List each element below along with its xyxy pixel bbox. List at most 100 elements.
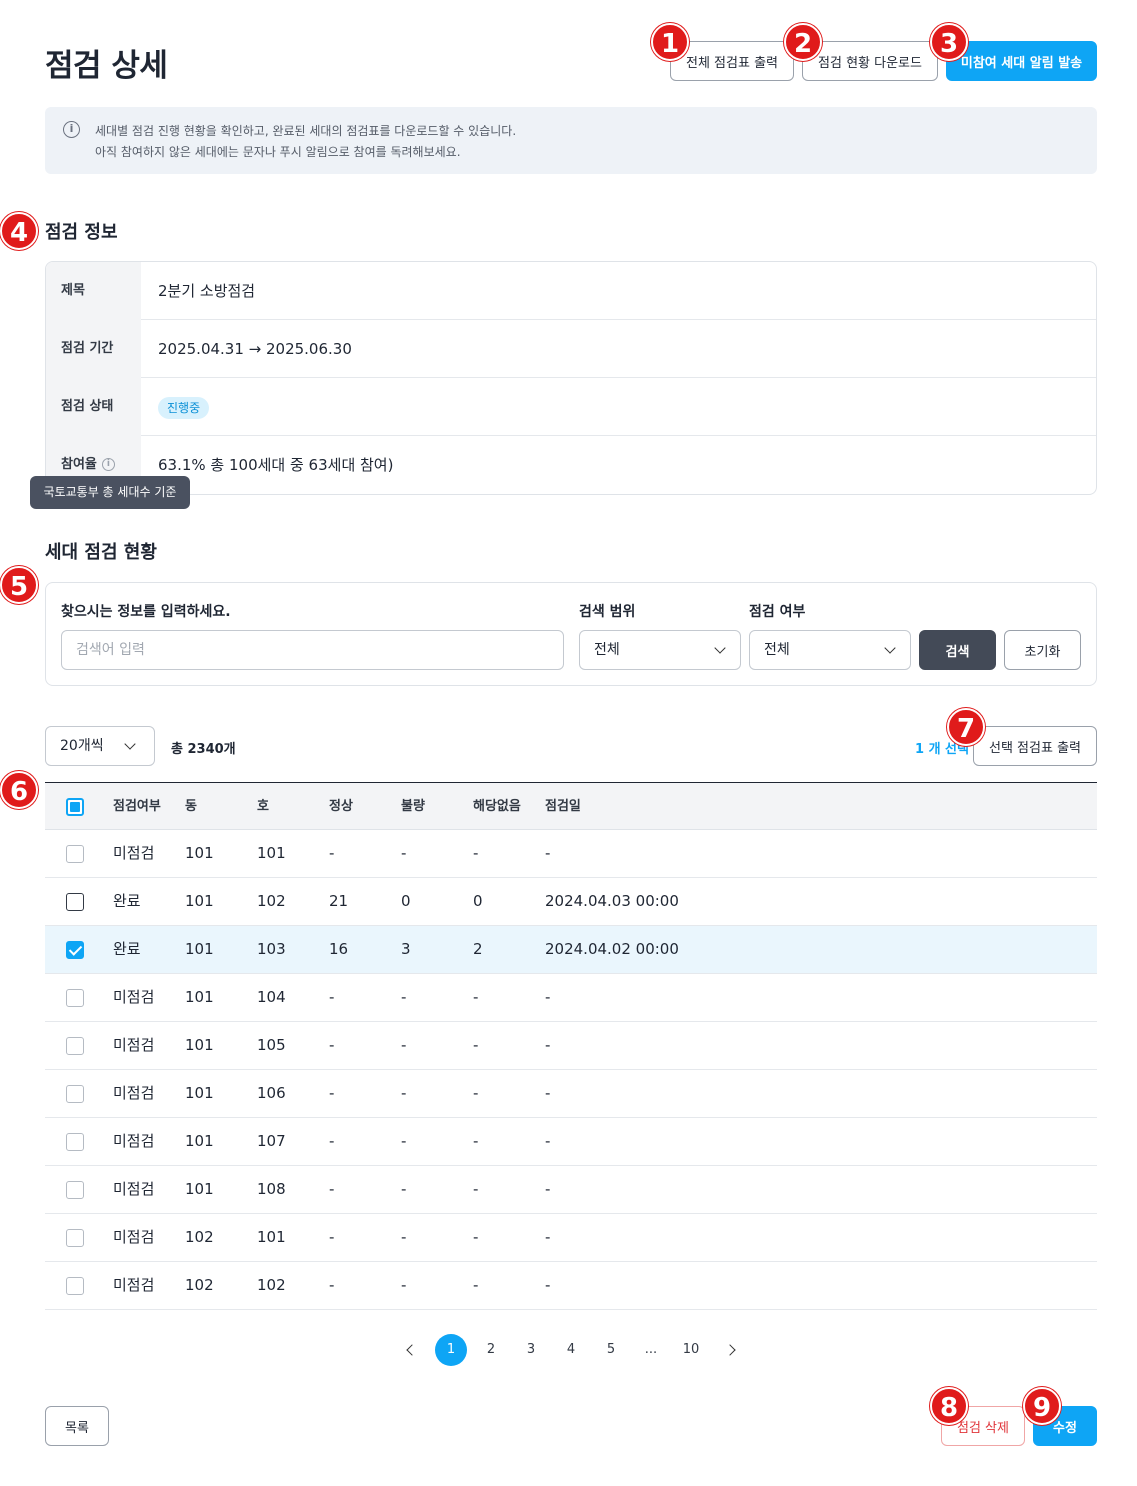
- cell-ho: 107: [257, 1132, 286, 1150]
- table-row[interactable]: 완료 101 102 21 0 0 2024.04.03 00:00: [45, 878, 1097, 926]
- status-select-value: 전체: [764, 642, 790, 658]
- status-badge: 진행중: [158, 396, 210, 419]
- search-button[interactable]: 검색: [919, 630, 996, 670]
- cell-date: -: [545, 1180, 551, 1198]
- info-icon[interactable]: i: [101, 458, 115, 471]
- cell-normal: -: [329, 1084, 335, 1102]
- info-value: 진행중: [158, 378, 210, 436]
- annotation-badge: 1: [651, 23, 689, 61]
- cell-dong: 101: [185, 892, 214, 910]
- cell-ho: 103: [257, 940, 286, 958]
- column-header: 해당없음: [473, 799, 521, 814]
- pagination: 1 2 3 4 5 ... 10: [0, 1334, 1137, 1366]
- table-row[interactable]: 미점검 101 108 - - - -: [45, 1166, 1097, 1214]
- cell-normal: -: [329, 988, 335, 1006]
- row-checkbox[interactable]: [66, 1037, 84, 1055]
- cell-bad: -: [401, 1084, 407, 1102]
- cell-date: 2024.04.03 00:00: [545, 892, 679, 910]
- page-button-4[interactable]: 4: [555, 1334, 587, 1366]
- page-button-10[interactable]: 10: [675, 1334, 707, 1366]
- notice-line-2: 아직 참여하지 않은 세대에는 문자나 푸시 알림으로 참여를 독려해보세요.: [95, 145, 461, 159]
- cell-normal: -: [329, 1036, 335, 1054]
- cell-dong: 101: [185, 940, 214, 958]
- table-row[interactable]: 미점검 101 101 - - - -: [45, 830, 1097, 878]
- page-button-5[interactable]: 5: [595, 1334, 627, 1366]
- chevron-right-icon[interactable]: [724, 1344, 736, 1356]
- cell-normal: 16: [329, 940, 349, 958]
- page-button-3[interactable]: 3: [515, 1334, 547, 1366]
- table-row[interactable]: 미점검 101 104 - - - -: [45, 974, 1097, 1022]
- column-header: 동: [185, 799, 197, 814]
- cell-normal: -: [329, 1276, 335, 1294]
- list-button[interactable]: 목록: [45, 1406, 109, 1446]
- cell-normal: -: [329, 1180, 335, 1198]
- table-row[interactable]: 완료 101 103 16 3 2 2024.04.02 00:00: [45, 926, 1097, 974]
- row-checkbox[interactable]: [66, 1229, 84, 1247]
- info-row-title: 제목 2분기 소방점검: [46, 262, 1096, 320]
- print-selected-button[interactable]: 선택 점검표 출력: [973, 726, 1097, 766]
- info-row-participation: 참여율 i 63.1% 총 100세대 중 63세대 참여): [46, 436, 1096, 494]
- cell-ho: 106: [257, 1084, 286, 1102]
- table-row[interactable]: 미점검 102 102 - - - -: [45, 1262, 1097, 1310]
- cell-bad: 3: [401, 940, 411, 958]
- info-value: 2025.04.31 → 2025.06.30: [158, 340, 352, 358]
- cell-bad: -: [401, 1036, 407, 1054]
- cell-ho: 105: [257, 1036, 286, 1054]
- cell-date: -: [545, 844, 551, 862]
- notice-line-1: 세대별 점검 진행 현황을 확인하고, 완료된 세대의 점검표를 다운로드할 수…: [95, 124, 517, 138]
- search-input[interactable]: 검색어 입력: [61, 630, 564, 670]
- scope-select[interactable]: 전체: [579, 630, 741, 670]
- info-section-title: 점검 정보: [45, 222, 118, 243]
- chevron-left-icon[interactable]: [406, 1344, 418, 1356]
- row-checkbox[interactable]: [66, 845, 84, 863]
- cell-na: 0: [473, 892, 483, 910]
- cell-status: 미점검: [113, 1180, 155, 1198]
- row-checkbox[interactable]: [66, 941, 84, 959]
- cell-date: -: [545, 988, 551, 1006]
- row-checkbox[interactable]: [66, 1133, 84, 1151]
- table-row[interactable]: 미점검 101 105 - - - -: [45, 1022, 1097, 1070]
- status-select[interactable]: 전체: [749, 630, 911, 670]
- row-checkbox[interactable]: [66, 1085, 84, 1103]
- cell-date: -: [545, 1084, 551, 1102]
- page-size-select[interactable]: 20개씩: [45, 726, 155, 766]
- page-button-1[interactable]: 1: [435, 1334, 467, 1366]
- cell-dong: 102: [185, 1276, 214, 1294]
- table-row[interactable]: 미점검 102 101 - - - -: [45, 1214, 1097, 1262]
- status-section-title: 세대 점검 현황: [45, 542, 157, 563]
- cell-dong: 101: [185, 844, 214, 862]
- select-all-checkbox[interactable]: [66, 798, 84, 816]
- cell-status: 미점검: [113, 1276, 155, 1294]
- annotation-badge: 7: [947, 708, 985, 746]
- info-row-status: 점검 상태 진행중: [46, 378, 1096, 436]
- search-panel: 찾으시는 정보를 입력하세요. 검색어 입력 검색 범위 전체 점검 여부 전체…: [45, 582, 1097, 686]
- row-checkbox[interactable]: [66, 1181, 84, 1199]
- page-button-2[interactable]: 2: [475, 1334, 507, 1366]
- notify-button[interactable]: 미참여 세대 알림 발송: [946, 41, 1097, 81]
- reset-button[interactable]: 초기화: [1004, 630, 1081, 670]
- row-checkbox[interactable]: [66, 989, 84, 1007]
- cell-date: 2024.04.02 00:00: [545, 940, 679, 958]
- info-label: 점검 기간: [46, 320, 141, 378]
- cell-ho: 101: [257, 844, 286, 862]
- cell-bad: 0: [401, 892, 411, 910]
- cell-status: 미점검: [113, 1228, 155, 1246]
- cell-dong: 101: [185, 1180, 214, 1198]
- status-filter-label: 점검 여부: [749, 604, 806, 620]
- table-row[interactable]: 미점검 101 106 - - - -: [45, 1070, 1097, 1118]
- row-checkbox[interactable]: [66, 893, 84, 911]
- column-header: 정상: [329, 799, 353, 814]
- row-checkbox[interactable]: [66, 1277, 84, 1295]
- table-header: 점검여부 동 호 정상 불량 해당없음 점검일: [45, 782, 1097, 830]
- cell-status: 미점검: [113, 988, 155, 1006]
- column-header: 호: [257, 799, 269, 814]
- download-status-button[interactable]: 점검 현황 다운로드: [802, 41, 938, 81]
- table-row[interactable]: 미점검 101 107 - - - -: [45, 1118, 1097, 1166]
- cell-dong: 101: [185, 1036, 214, 1054]
- cell-dong: 101: [185, 1132, 214, 1150]
- cell-date: -: [545, 1228, 551, 1246]
- annotation-badge: 5: [0, 566, 38, 604]
- print-all-button[interactable]: 전체 점검표 출력: [670, 41, 794, 81]
- cell-ho: 102: [257, 1276, 286, 1294]
- cell-bad: -: [401, 844, 407, 862]
